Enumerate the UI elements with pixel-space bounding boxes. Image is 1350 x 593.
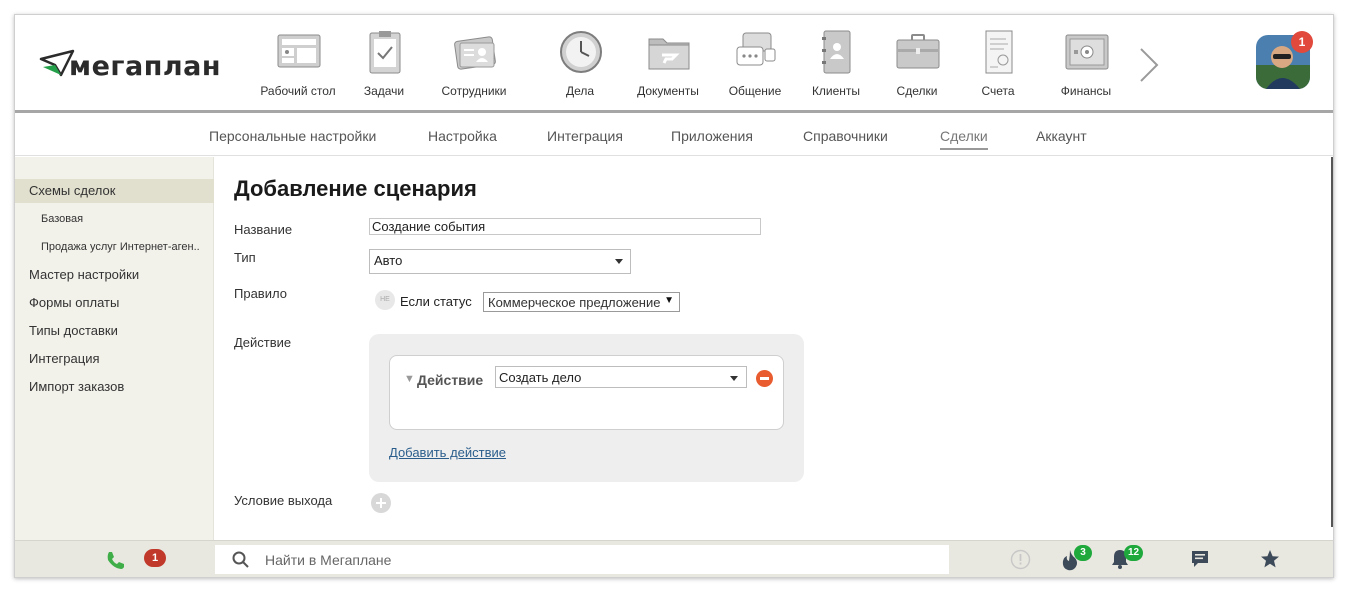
chevron-down-icon <box>615 259 623 264</box>
tasks-clipboard-icon <box>369 31 401 74</box>
hot-count-badge: 3 <box>1074 545 1092 561</box>
module-label: Финансы <box>1060 84 1112 98</box>
module-invoices[interactable]: Счета <box>953 25 1043 111</box>
tab-directories[interactable]: Справочники <box>803 128 888 144</box>
sidebar-item-setup-wizard[interactable]: Мастер настройки <box>15 265 214 285</box>
user-notification-badge: 1 <box>1291 31 1313 53</box>
status-select[interactable]: Коммерческое предложение ▼ <box>483 292 680 312</box>
module-affairs[interactable]: Дела <box>535 25 625 111</box>
sidebar-item-delivery-types[interactable]: Типы доставки <box>15 321 214 341</box>
sidebar-item-basic[interactable]: Базовая <box>15 210 214 228</box>
desktop-icon <box>277 34 321 68</box>
alert-icon[interactable] <box>1010 549 1031 570</box>
bottom-bar: 1 3 12 <box>15 540 1333 577</box>
tab-applications[interactable]: Приложения <box>671 128 753 144</box>
invoice-icon <box>985 30 1013 74</box>
not-toggle-button[interactable]: НЕ <box>375 290 395 310</box>
triangle-down-icon: ▼ <box>664 295 674 306</box>
sidebar-item-integration[interactable]: Интеграция <box>15 349 214 369</box>
tab-settings[interactable]: Настройка <box>428 128 497 144</box>
rule-condition-text: Если статус <box>400 294 472 309</box>
module-label: Сотрудники <box>441 84 507 98</box>
action-card: ▼ Действие Создать дело <box>389 355 784 430</box>
module-tasks[interactable]: Задачи <box>339 25 429 111</box>
module-employees[interactable]: Сотрудники <box>429 25 519 111</box>
chevron-right-icon[interactable] <box>1135 45 1163 85</box>
chat-bubbles-icon <box>736 32 776 66</box>
module-documents[interactable]: Документы <box>623 25 713 111</box>
messages-icon[interactable] <box>1190 549 1210 569</box>
notifications-count-badge: 12 <box>1124 545 1144 561</box>
remove-action-button[interactable] <box>756 370 773 387</box>
action-select-value: Создать дело <box>499 370 582 385</box>
megaplan-logo[interactable]: мегаплан <box>39 47 221 82</box>
name-input[interactable] <box>369 218 761 235</box>
status-select-value: Коммерческое предложение <box>488 295 661 310</box>
add-exit-condition-button[interactable] <box>371 493 391 513</box>
search-bar <box>215 545 949 574</box>
name-label: Название <box>234 222 293 237</box>
folder-icon <box>648 38 690 70</box>
tab-deals[interactable]: Сделки <box>940 128 988 150</box>
sidebar-item-deal-schemes[interactable]: Схемы сделок <box>15 179 214 203</box>
missed-calls-badge: 1 <box>144 549 166 567</box>
scrollbar[interactable] <box>1331 157 1333 527</box>
page-title: Добавление сценария <box>234 176 477 201</box>
action-label: Действие <box>234 335 292 350</box>
exit-condition-label: Условие выхода <box>234 493 333 508</box>
action-select[interactable]: Создать дело <box>495 366 747 388</box>
sidebar-item-import-orders[interactable]: Импорт заказов <box>15 377 214 397</box>
collapse-caret-icon[interactable]: ▼ <box>404 373 415 385</box>
action-panel: ▼ Действие Создать дело Добавить действи… <box>369 334 804 482</box>
contacts-book-icon <box>822 30 851 74</box>
top-bar: мегаплан Рабочий стол Задачи Сотрудники … <box>15 15 1333 113</box>
tab-personal-settings[interactable]: Персональные настройки <box>209 128 376 144</box>
sidebar-item-internet-agency[interactable]: Продажа услуг Интернет-аген.. <box>15 238 214 256</box>
type-label: Тип <box>234 250 256 265</box>
module-desktop[interactable]: Рабочий стол <box>253 25 343 111</box>
module-clients[interactable]: Клиенты <box>791 25 881 111</box>
module-communication[interactable]: Общение <box>710 25 800 111</box>
main-content: Добавление сценария Название Тип Авто Пр… <box>215 157 1333 540</box>
search-icon <box>232 551 249 568</box>
briefcase-icon <box>896 34 940 69</box>
module-deals[interactable]: Сделки <box>872 25 962 111</box>
logo-text: мегаплан <box>69 51 222 82</box>
app-window: мегаплан Рабочий стол Задачи Сотрудники … <box>14 14 1334 578</box>
rule-label: Правило <box>234 286 287 301</box>
sidebar-item-payment-forms[interactable]: Формы оплаты <box>15 293 214 313</box>
clock-icon <box>560 31 602 73</box>
action-item-label: Действие <box>417 372 484 388</box>
chevron-down-icon <box>730 376 738 381</box>
sidebar: Схемы сделок Базовая Продажа услуг Интер… <box>15 157 214 540</box>
phone-icon[interactable] <box>105 550 125 570</box>
safe-icon <box>1065 34 1109 70</box>
type-select-value: Авто <box>374 253 403 268</box>
add-action-link[interactable]: Добавить действие <box>389 445 506 460</box>
search-input[interactable] <box>265 550 925 569</box>
type-select[interactable]: Авто <box>369 249 631 274</box>
star-icon[interactable] <box>1260 549 1280 569</box>
tab-integration[interactable]: Интеграция <box>547 128 623 144</box>
employees-card-icon <box>454 36 496 70</box>
module-finances[interactable]: Финансы <box>1041 25 1131 111</box>
settings-tabs: Персональные настройки Настройка Интегра… <box>15 116 1333 156</box>
tab-account[interactable]: Аккаунт <box>1036 128 1087 144</box>
